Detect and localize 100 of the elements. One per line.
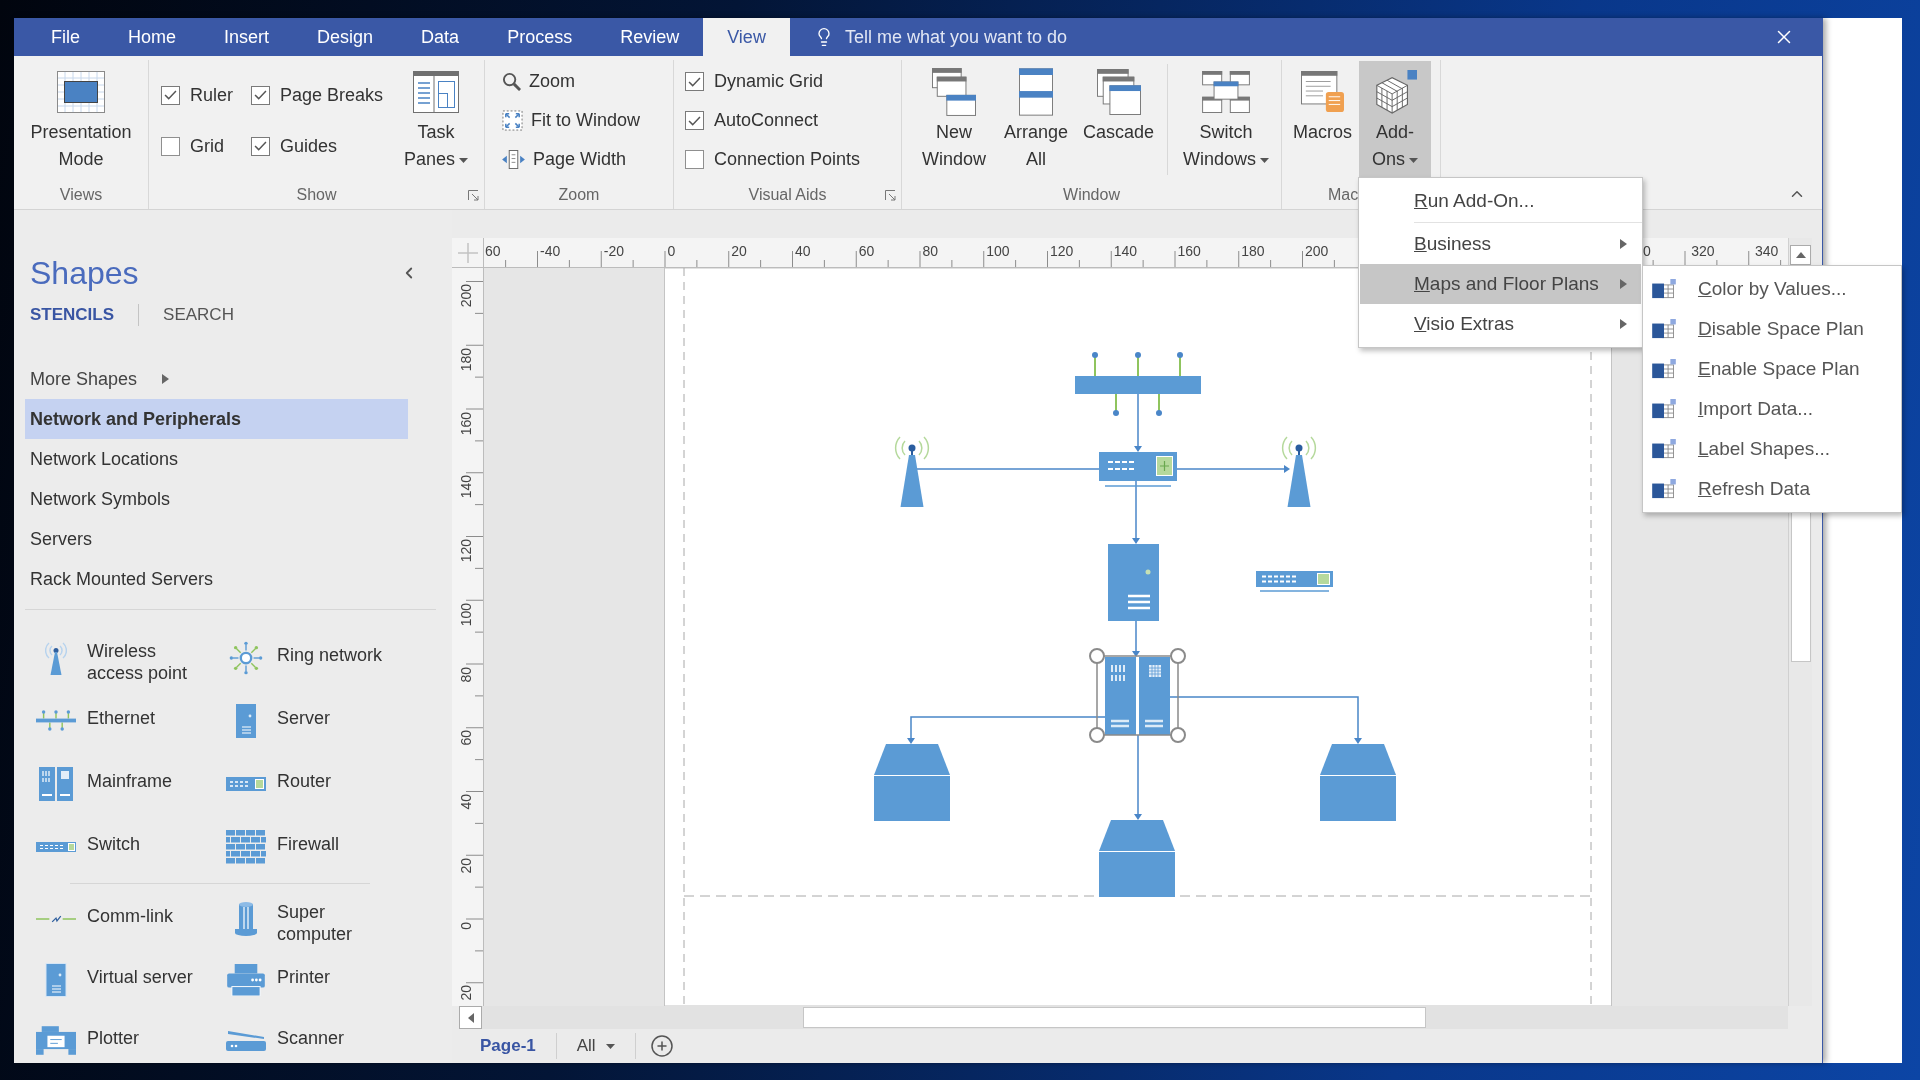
dialog-launcher-icon[interactable] xyxy=(468,189,479,201)
ribbon-button[interactable]: Task Panes xyxy=(398,61,474,178)
stencil-shape[interactable]: Router xyxy=(225,761,332,806)
menu-item[interactable]: Run Add-On... xyxy=(1360,181,1641,221)
ribbon-tab[interactable]: View xyxy=(703,18,790,56)
checkbox[interactable] xyxy=(251,136,270,156)
checkbox-item[interactable]: Page Breaks xyxy=(251,82,384,108)
caret-icon xyxy=(605,1043,615,1049)
cube-grid-icon xyxy=(1373,70,1417,114)
ruler-label: 100 xyxy=(986,243,1010,259)
stencil-shape[interactable]: Wireless access point xyxy=(35,631,202,684)
ribbon-tab[interactable]: Insert xyxy=(200,18,294,56)
submenu-arrow-icon xyxy=(1620,319,1627,329)
checkbox[interactable] xyxy=(161,136,180,156)
ruler-label: 200 xyxy=(1305,243,1329,259)
page-tab[interactable]: Page-1 xyxy=(460,1033,557,1059)
presentation-screen-icon xyxy=(57,71,105,113)
ruler-label: 160 xyxy=(1177,243,1201,259)
submenu-arrow-icon xyxy=(1620,239,1627,249)
stencil-shape[interactable]: Printer xyxy=(225,957,330,1002)
menu-item[interactable]: Label Shapes... xyxy=(1644,429,1900,469)
ribbon-button[interactable]: Presentation Mode xyxy=(25,61,137,178)
ribbon-tab[interactable]: Home xyxy=(104,18,201,56)
check-icon xyxy=(164,90,177,100)
router-icon xyxy=(226,776,266,791)
stencil-shape[interactable]: Ethernet xyxy=(35,698,156,743)
stencil-shape[interactable]: Firewall xyxy=(225,824,339,869)
tell-me-field[interactable]: Tell me what you want to do xyxy=(844,26,1175,48)
selection-handle[interactable] xyxy=(1089,648,1105,664)
scroll-up-button[interactable] xyxy=(1790,245,1811,265)
checkbox-item[interactable]: Guides xyxy=(251,133,384,159)
add-page-button[interactable] xyxy=(649,1034,674,1058)
panel-tab[interactable]: SEARCH xyxy=(163,305,234,325)
menu-item[interactable]: Maps and Floor Plans xyxy=(1360,264,1641,304)
stencil-shape[interactable]: Server xyxy=(225,698,330,743)
stencil-item[interactable]: Rack Mounted Servers xyxy=(25,559,408,599)
dialog-launcher-icon[interactable] xyxy=(885,189,896,201)
scroll-left-button[interactable] xyxy=(459,1006,482,1029)
stencil-shape[interactable]: Scanner xyxy=(225,1018,345,1063)
checkbox[interactable] xyxy=(685,72,704,91)
selection-handle[interactable] xyxy=(1170,727,1186,743)
ribbon-tab[interactable]: Design xyxy=(293,18,398,56)
menu-item[interactable]: Color by Values... xyxy=(1644,269,1900,309)
checkbox-item[interactable]: Ruler xyxy=(161,82,233,108)
checkbox[interactable] xyxy=(161,85,180,105)
group-label: Visual Aids xyxy=(748,186,827,204)
ribbon-button[interactable]: Add-Ons xyxy=(1359,61,1431,178)
menu-item[interactable]: Visio Extras xyxy=(1360,304,1641,344)
group-label: Mac xyxy=(1328,186,1359,204)
checkbox[interactable] xyxy=(685,150,704,169)
stencil-shape[interactable]: Super computer xyxy=(225,892,392,945)
stencil-shape[interactable]: Mainframe xyxy=(35,761,173,806)
ring-network-icon xyxy=(229,640,263,675)
checkbox-item[interactable]: Connection Points xyxy=(685,146,861,173)
menu-item[interactable]: Disable Space Plan xyxy=(1644,309,1900,349)
ruler-label: 0 xyxy=(458,921,474,930)
checkbox-item[interactable]: Grid xyxy=(161,133,233,159)
ruler-label: 340 xyxy=(1754,243,1779,259)
menu-item[interactable]: Import Data... xyxy=(1644,389,1900,429)
checkbox-item[interactable]: Dynamic Grid xyxy=(685,68,861,95)
ribbon-button[interactable]: New Window xyxy=(916,61,992,178)
stencil-shape[interactable]: Switch xyxy=(35,824,140,869)
checkbox[interactable] xyxy=(251,85,270,105)
stencil-item[interactable]: Network Locations xyxy=(25,439,408,479)
ribbon-tab[interactable]: File xyxy=(27,18,104,56)
stencil-shape[interactable]: Plotter xyxy=(35,1018,140,1063)
selection-handle[interactable] xyxy=(1089,727,1105,743)
bus-line-icon xyxy=(36,710,76,731)
scanner-icon xyxy=(226,1030,266,1051)
ribbon-tab[interactable]: Data xyxy=(397,18,484,56)
checkbox-item[interactable]: AutoConnect xyxy=(685,107,861,134)
arrange-windows-icon xyxy=(1019,68,1053,116)
stencil-item[interactable]: Network and Peripherals xyxy=(25,399,408,439)
panel-tab[interactable]: STENCILS xyxy=(30,305,115,325)
menu-item[interactable]: Refresh Data xyxy=(1644,469,1900,509)
ribbon-button[interactable]: Cascade xyxy=(1080,61,1158,151)
ribbon-tab[interactable]: Process xyxy=(483,18,597,56)
stencil-item[interactable]: Servers xyxy=(25,519,408,559)
ruler-label: 100 xyxy=(458,602,474,627)
scrollbar-thumb[interactable] xyxy=(803,1007,1426,1028)
ribbon-button[interactable]: Fit to Window xyxy=(499,107,644,134)
stencil-shape[interactable]: Virtual server xyxy=(35,957,193,1002)
menu-item[interactable]: Business xyxy=(1360,224,1641,264)
more-shapes-button[interactable]: More Shapes xyxy=(25,359,170,399)
stencil-shape[interactable]: Ring network xyxy=(225,635,383,680)
new-window-icon xyxy=(932,68,976,116)
ribbon-button[interactable]: Macros xyxy=(1290,61,1355,151)
stencil-shape[interactable]: Comm-link xyxy=(35,896,173,941)
ribbon-button[interactable]: Arrange All xyxy=(999,61,1073,178)
selection-handle[interactable] xyxy=(1170,648,1186,664)
ribbon-button[interactable]: Zoom xyxy=(499,68,644,95)
stencil-item[interactable]: Network Symbols xyxy=(25,479,408,519)
ribbon-button[interactable]: Page Width xyxy=(499,146,644,173)
menu-item[interactable]: Enable Space Plan xyxy=(1644,349,1900,389)
ribbon-tab[interactable]: Review xyxy=(596,18,704,56)
all-pages-button[interactable]: All xyxy=(556,1033,636,1059)
ribbon-button[interactable]: Switch Windows xyxy=(1178,61,1275,178)
ruler-label: -40 xyxy=(540,243,561,259)
checkbox[interactable] xyxy=(685,111,704,130)
antenna-icon xyxy=(45,640,67,675)
